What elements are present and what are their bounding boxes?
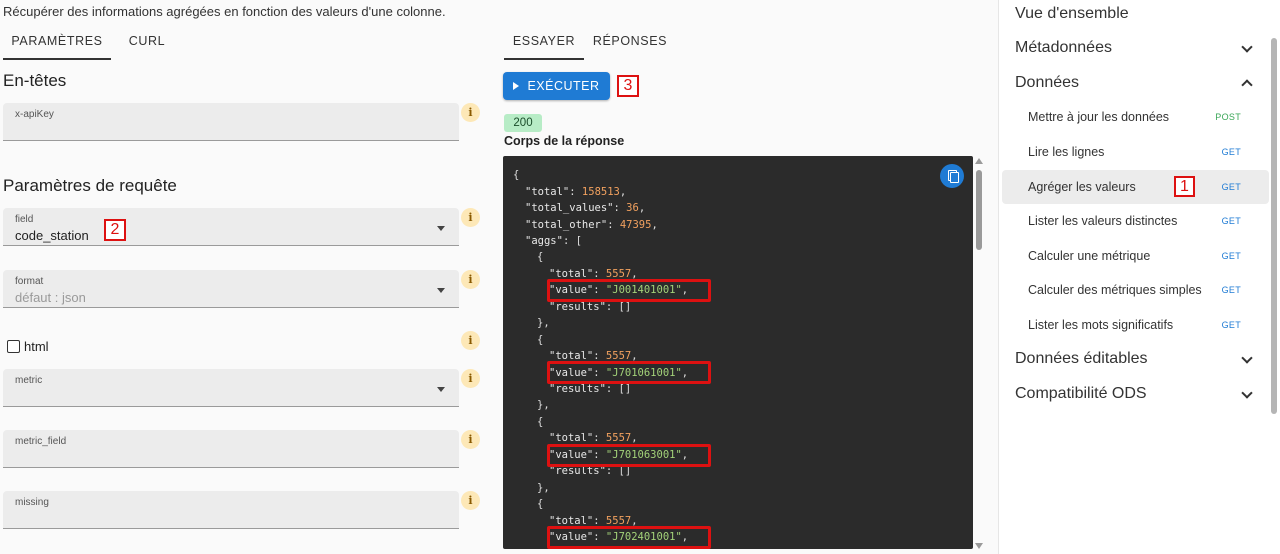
- execute-label: EXÉCUTER: [527, 79, 600, 93]
- nav-item-label: Calculer une métrique: [1028, 249, 1151, 263]
- metric-select[interactable]: metric: [3, 369, 459, 407]
- format-select[interactable]: format défaut : json: [3, 270, 459, 308]
- nav-item-read-lines[interactable]: Lire les lignes GET: [1002, 135, 1269, 169]
- chevron-down-icon: [437, 288, 445, 293]
- chevron-down-icon[interactable]: [1241, 352, 1253, 364]
- response-body-title: Corps de la réponse: [504, 134, 625, 148]
- agg-total: 5557: [605, 432, 632, 444]
- tab-reponses[interactable]: RÉPONSES: [584, 32, 676, 60]
- try-panel: ESSAYER RÉPONSES EXÉCUTER 3 200 Corps de…: [496, 0, 990, 554]
- value-highlight-box: [547, 444, 711, 467]
- missing-info-icon[interactable]: i: [461, 491, 480, 510]
- chevron-down-icon: [437, 226, 445, 231]
- metric-field-info-icon[interactable]: i: [461, 430, 480, 449]
- value-highlight-box: [547, 526, 711, 549]
- nav-scrollbar[interactable]: [1271, 38, 1277, 414]
- metric-label: metric: [15, 375, 43, 386]
- nav-metadata[interactable]: Métadonnées: [1015, 39, 1112, 57]
- method-badge: GET: [1221, 216, 1241, 226]
- nav-data[interactable]: Données: [1015, 74, 1079, 92]
- format-placeholder: défaut : json: [15, 290, 86, 305]
- tab-essayer[interactable]: ESSAYER: [504, 32, 584, 60]
- copy-icon[interactable]: [940, 164, 964, 188]
- value-highlight-box: [547, 361, 711, 384]
- nav-item-label: Lire les lignes: [1028, 145, 1105, 159]
- total-value: 158513: [581, 186, 620, 198]
- missing-label: missing: [15, 497, 49, 508]
- chevron-down-icon[interactable]: [1241, 387, 1253, 399]
- nav-item-distinct-values[interactable]: Lister les valeurs distinctes GET: [1002, 204, 1269, 238]
- arrow-down-icon[interactable]: [975, 543, 983, 549]
- nav-item-aggregate-values[interactable]: Agréger les valeurs GET: [1002, 170, 1269, 204]
- parameters-panel: Récupérer des informations agrégées en f…: [0, 0, 488, 554]
- api-key-info-icon[interactable]: i: [461, 103, 480, 122]
- response-code-block[interactable]: { "total": 158513, "total_values": 36, "…: [503, 156, 973, 549]
- annotation-1: 1: [1174, 176, 1195, 197]
- annotation-2: 2: [104, 219, 126, 241]
- total-values-value: 36: [626, 202, 639, 214]
- nav-overview[interactable]: Vue d'ensemble: [1015, 5, 1129, 23]
- tab-curl[interactable]: CURL: [111, 32, 183, 60]
- nav-item-simple-metrics[interactable]: Calculer des métriques simples GET: [1002, 273, 1269, 307]
- field-value: code_station: [15, 228, 89, 243]
- nav-item-label: Lister les mots significatifs: [1028, 318, 1174, 332]
- nav-item-update-data[interactable]: Mettre à jour les données POST: [1002, 100, 1269, 134]
- response-scrollbar[interactable]: [973, 156, 985, 549]
- method-badge: GET: [1221, 182, 1241, 192]
- nav-item-label: Mettre à jour les données: [1028, 110, 1170, 124]
- chevron-down-icon[interactable]: [1241, 41, 1253, 53]
- nav-item-label: Agréger les valeurs: [1028, 180, 1136, 194]
- field-label: field: [15, 214, 34, 225]
- status-badge: 200: [504, 114, 542, 132]
- api-key-field[interactable]: x-apiKey: [3, 103, 459, 141]
- field-select[interactable]: field code_station: [3, 208, 459, 246]
- nav-item-label: Calculer des métriques simples: [1028, 283, 1202, 297]
- nav-ods-compat[interactable]: Compatibilité ODS: [1015, 385, 1147, 403]
- nav-item-significant-words[interactable]: Lister les mots significatifs GET: [1002, 308, 1269, 342]
- arrow-up-icon[interactable]: [975, 158, 983, 164]
- method-badge: GET: [1221, 320, 1241, 330]
- tab-parametres[interactable]: PARAMÈTRES: [3, 32, 111, 60]
- format-info-icon[interactable]: i: [461, 270, 480, 289]
- query-params-title: Paramètres de requête: [3, 176, 177, 195]
- field-info-icon[interactable]: i: [461, 208, 480, 227]
- nav-item-metric[interactable]: Calculer une métrique GET: [1002, 239, 1269, 273]
- metric-info-icon[interactable]: i: [461, 369, 480, 388]
- metric-field-input[interactable]: metric_field: [3, 430, 459, 468]
- metric-field-label: metric_field: [15, 436, 67, 447]
- method-badge: GET: [1221, 147, 1241, 157]
- html-checkbox-label: html: [24, 339, 49, 354]
- endpoints-nav: Vue d'ensemble Métadonnées Données Mettr…: [998, 0, 1280, 554]
- value-highlight-box: [547, 279, 711, 302]
- method-badge: POST: [1215, 112, 1241, 122]
- params-tabs: PARAMÈTRES CURL: [3, 32, 183, 60]
- missing-input[interactable]: missing: [3, 491, 459, 529]
- execute-button[interactable]: EXÉCUTER: [503, 72, 610, 100]
- method-badge: GET: [1221, 285, 1241, 295]
- try-tabs: ESSAYER RÉPONSES: [504, 32, 676, 60]
- annotation-3: 3: [617, 75, 639, 97]
- total-other-value: 47395: [619, 219, 652, 231]
- headers-title: En-têtes: [3, 71, 67, 90]
- play-icon: [513, 82, 520, 90]
- format-label: format: [15, 276, 44, 287]
- nav-item-label: Lister les valeurs distinctes: [1028, 214, 1178, 228]
- html-checkbox[interactable]: [7, 340, 20, 353]
- chevron-up-icon[interactable]: [1241, 79, 1253, 91]
- endpoint-description: Récupérer des informations agrégées en f…: [3, 4, 446, 19]
- api-key-label: x-apiKey: [15, 109, 54, 120]
- nav-editable-data[interactable]: Données éditables: [1015, 350, 1148, 368]
- chevron-down-icon: [437, 387, 445, 392]
- method-badge: GET: [1221, 251, 1241, 261]
- scrollbar-thumb[interactable]: [976, 170, 982, 250]
- html-info-icon[interactable]: i: [461, 331, 480, 350]
